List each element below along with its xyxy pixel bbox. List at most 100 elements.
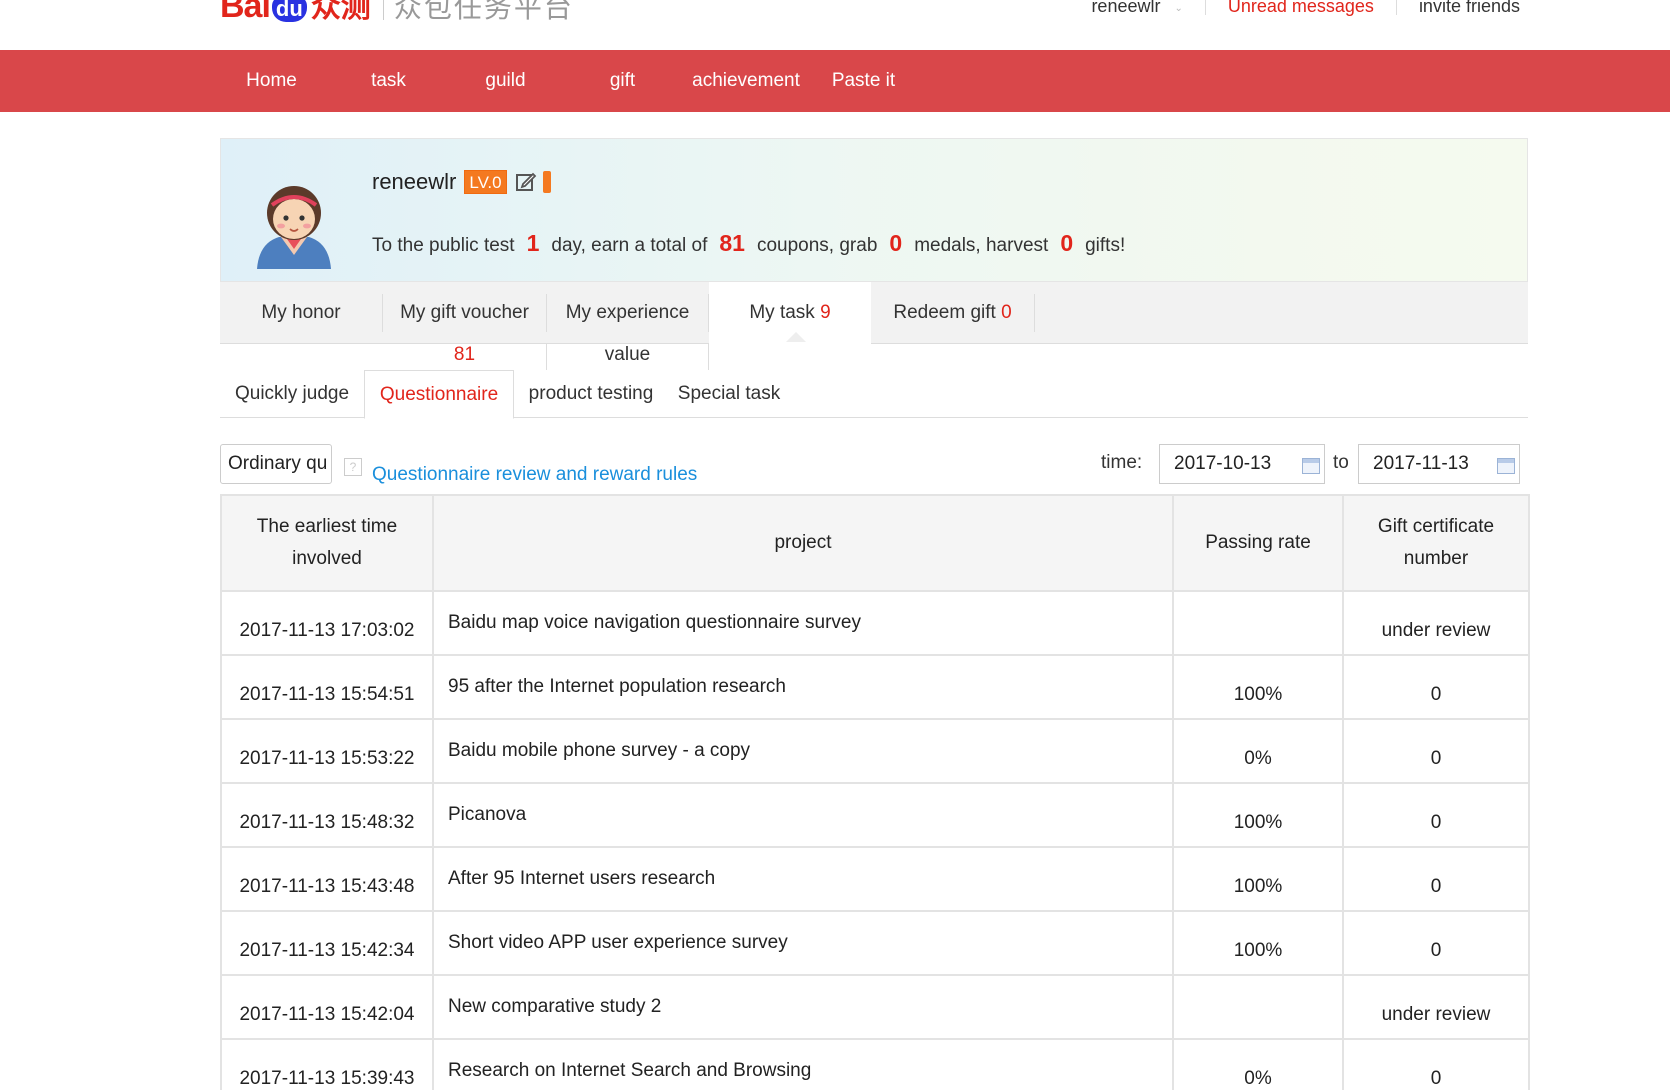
header-text: number — [1403, 548, 1469, 569]
help-icon[interactable]: ? — [344, 458, 362, 476]
date-from-value: 2017-10-13 — [1174, 453, 1272, 474]
stats-text: coupons, grab — [756, 235, 878, 256]
user-menu[interactable]: reneewlr ⌄ — [1091, 0, 1182, 17]
tab-my-honor[interactable]: My honor — [220, 282, 382, 344]
table-row[interactable]: 2017-11-13 15:53:22 Baidu mobile phone s… — [220, 718, 1530, 784]
cell-rate: 100% — [1172, 846, 1344, 912]
divider — [1395, 0, 1397, 15]
date-from-input[interactable]: 2017-10-13 — [1159, 444, 1325, 484]
subtab-quickly-judge[interactable]: Quickly judge — [220, 370, 364, 418]
table-row[interactable]: 2017-11-13 15:42:04 New comparative stud… — [220, 974, 1530, 1040]
cell-cert: under review — [1342, 590, 1530, 656]
nav-achievement[interactable]: achievement — [681, 50, 811, 112]
cell-rate — [1172, 974, 1344, 1040]
logo-zhongce-text: 众测 — [310, 0, 371, 24]
header-text: Gift certificate — [1377, 516, 1495, 537]
logo-du-badge: du — [271, 0, 307, 22]
table-row[interactable]: 2017-11-13 15:43:48 After 95 Internet us… — [220, 846, 1530, 912]
table-row[interactable]: 2017-11-13 17:03:02 Baidu map voice navi… — [220, 590, 1530, 656]
logo-divider — [382, 0, 384, 20]
edit-icon[interactable] — [515, 171, 537, 193]
cell-project: Short video APP user experience survey — [432, 910, 1174, 976]
header-text: involved — [292, 548, 362, 569]
profile-tabs: My honor My gift voucher My experience M… — [220, 282, 1528, 345]
nav-gift[interactable]: gift — [564, 50, 681, 112]
profile-stats: To the public test 1 day, earn a total o… — [372, 230, 1125, 257]
logo-bai-text: Bai — [220, 0, 271, 25]
nav-home[interactable]: Home — [213, 50, 330, 112]
rules-link[interactable]: Questionnaire review and reward rules — [372, 464, 697, 486]
cell-cert: 0 — [1342, 910, 1530, 976]
subtab-product-testing[interactable]: product testing — [514, 370, 668, 418]
nav-guild[interactable]: guild — [447, 50, 564, 112]
stats-text: day, earn a total of — [551, 235, 708, 256]
nav-task[interactable]: task — [330, 50, 447, 112]
questionnaire-type-select[interactable]: Ordinary qu — [220, 444, 332, 484]
divider — [1204, 0, 1206, 15]
level-badge: LV.0 — [464, 170, 507, 194]
table-row[interactable]: 2017-11-13 15:39:43 Research on Internet… — [220, 1038, 1530, 1090]
baidu-zhongce-logo[interactable]: Bai du 众测 众包任务平台 — [220, 0, 574, 26]
to-label: to — [1333, 452, 1349, 473]
cell-time: 2017-11-13 15:42:34 — [220, 910, 434, 976]
subtab-questionnaire[interactable]: Questionnaire — [364, 370, 514, 419]
cell-rate: 100% — [1172, 782, 1344, 848]
tab-label: My experience — [565, 302, 690, 323]
header-gift-certificate: Gift certificate number — [1342, 494, 1530, 592]
cell-cert: 0 — [1342, 846, 1530, 912]
subtab-special-task[interactable]: Special task — [668, 370, 790, 418]
tab-label-text: My task — [749, 302, 815, 323]
table-row[interactable]: 2017-11-13 15:48:32 Picanova 100% 0 — [220, 782, 1530, 848]
stats-days: 1 — [526, 230, 540, 256]
tab-label-text: Redeem gift — [893, 302, 996, 323]
tab-label: Redeem gift 0 — [871, 282, 1034, 344]
table-row[interactable]: 2017-11-13 15:42:34 Short video APP user… — [220, 910, 1530, 976]
date-to-value: 2017-11-13 — [1373, 453, 1469, 474]
profile-name: reneewlr — [372, 169, 457, 194]
cell-time: 2017-11-13 17:03:02 — [220, 590, 434, 656]
cell-rate: 0% — [1172, 1038, 1344, 1090]
table-row[interactable]: 2017-11-13 15:54:51 95 after the Interne… — [220, 654, 1530, 720]
tab-my-experience-value[interactable]: My experience — [547, 282, 708, 344]
cell-time: 2017-11-13 15:48:32 — [220, 782, 434, 848]
avatar[interactable] — [251, 177, 337, 269]
stats-medals: 0 — [889, 230, 903, 256]
voucher-count: 81 — [383, 344, 547, 370]
cell-project: 95 after the Internet population researc… — [432, 654, 1174, 720]
cell-time: 2017-11-13 15:39:43 — [220, 1038, 434, 1090]
cell-rate: 100% — [1172, 654, 1344, 720]
cell-cert: 0 — [1342, 718, 1530, 784]
unread-messages-link[interactable]: Unread messages — [1228, 0, 1374, 17]
cell-rate: 100% — [1172, 910, 1344, 976]
cell-rate — [1172, 590, 1344, 656]
chevron-down-icon: ⌄ — [1174, 3, 1183, 14]
time-label: time: — [1101, 452, 1143, 473]
divider — [1034, 294, 1035, 332]
cell-project: Baidu mobile phone survey - a copy — [432, 718, 1174, 784]
nav-paste-it[interactable]: Paste it — [805, 50, 922, 112]
user-name: reneewlr — [1091, 0, 1161, 16]
cell-cert: under review — [1342, 974, 1530, 1040]
tab-redeem-gift[interactable]: Redeem gift 0 — [871, 282, 1034, 344]
questionnaire-table: The earliest time involved project Passin… — [220, 494, 1530, 1090]
stats-text: To the public test — [372, 235, 515, 256]
cell-project: Picanova — [432, 782, 1174, 848]
active-tab-caret — [786, 332, 806, 342]
calendar-icon[interactable] — [1497, 458, 1515, 474]
header-earliest-time: The earliest time involved — [220, 494, 434, 592]
stats-coupons: 81 — [719, 230, 745, 256]
level-progress-icon — [542, 171, 551, 193]
date-to-input[interactable]: 2017-11-13 — [1358, 444, 1520, 484]
table-header-row: The earliest time involved project Passin… — [220, 494, 1530, 592]
top-links: reneewlr ⌄ Unread messages invite friend… — [1091, 0, 1520, 17]
cell-time: 2017-11-13 15:42:04 — [220, 974, 434, 1040]
stats-text: medals, harvest — [914, 235, 1049, 256]
calendar-icon[interactable] — [1302, 458, 1320, 474]
cell-project: After 95 Internet users research — [432, 846, 1174, 912]
tab-experience-second-line: value — [547, 344, 709, 370]
tab-my-gift-voucher[interactable]: My gift voucher — [383, 282, 546, 344]
stats-gifts: 0 — [1060, 230, 1074, 256]
header-text: The earliest time — [256, 516, 398, 537]
invite-friends-link[interactable]: invite friends — [1419, 0, 1520, 17]
cell-time: 2017-11-13 15:43:48 — [220, 846, 434, 912]
